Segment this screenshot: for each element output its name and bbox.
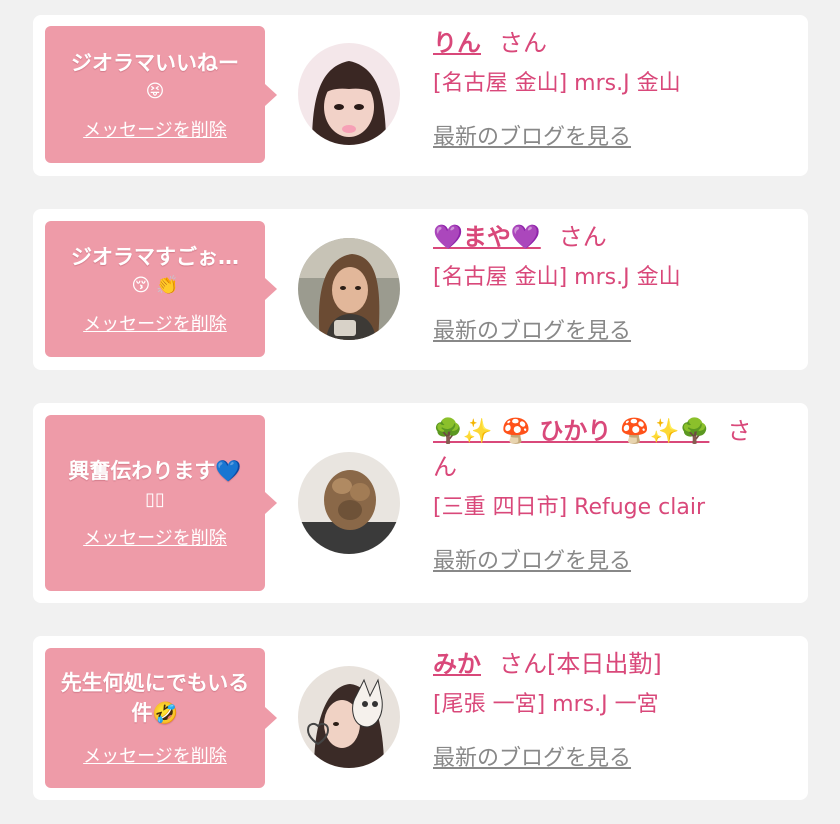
message-text: 先生何処にでもいる件🤣 bbox=[60, 671, 250, 725]
sender-info: 💜まや💜 さん [名古屋 金山] mrs.J 金山 最新のブログを見る bbox=[433, 219, 773, 345]
delete-message-link[interactable]: メッセージを削除 bbox=[83, 742, 227, 768]
avatar[interactable] bbox=[298, 452, 400, 554]
delete-message-link[interactable]: メッセージを削除 bbox=[83, 310, 227, 336]
latest-blog-link[interactable]: 最新のブログを見る bbox=[433, 543, 631, 575]
avatar[interactable] bbox=[298, 666, 400, 768]
sender-name-link[interactable]: 💜まや💜 bbox=[433, 223, 541, 251]
shop-name: [三重 四日市] Refuge clair bbox=[433, 495, 706, 520]
avatar-woman-cat-sticker-icon bbox=[298, 666, 400, 768]
message-text: ジオラマすごぉ… bbox=[71, 245, 239, 269]
message-emoji: 😚 👏 bbox=[131, 275, 179, 296]
avatar[interactable] bbox=[298, 238, 400, 340]
message-emoji: 😝 bbox=[145, 80, 165, 102]
message-card: 先生何処にでもいる件🤣 メッセージを削除 みか さん[本日出勤] [尾張 一宮] … bbox=[33, 636, 808, 800]
sender-name-line: 🌳✨ 🍄 ひかり 🍄✨🌳 さん bbox=[433, 413, 773, 485]
shop-name: [尾張 一宮] mrs.J 一宮 bbox=[433, 692, 659, 717]
latest-blog-link[interactable]: 最新のブログを見る bbox=[433, 119, 631, 151]
message-bubble: ジオラマすごぉ… 😚 👏 メッセージを削除 bbox=[45, 221, 265, 357]
message-bubble: 先生何処にでもいる件🤣 メッセージを削除 bbox=[45, 648, 265, 788]
message-list: ジオラマいいねー 😝 メッセージを削除 りん さん [名古屋 金山] mrs.J … bbox=[0, 0, 840, 824]
sender-name-line: りん さん bbox=[433, 25, 773, 61]
honorific: さん bbox=[499, 29, 547, 57]
honorific: さん bbox=[499, 650, 547, 678]
message-emoji: ▯▯ bbox=[145, 489, 165, 510]
avatar-woman-long-hair-icon bbox=[298, 238, 400, 340]
latest-blog-link[interactable]: 最新のブログを見る bbox=[433, 740, 631, 772]
sender-name-link[interactable]: みか bbox=[433, 650, 481, 678]
sender-name-line: みか さん[本日出勤] bbox=[433, 646, 773, 682]
delete-message-link[interactable]: メッセージを削除 bbox=[83, 116, 227, 142]
sender-info: みか さん[本日出勤] [尾張 一宮] mrs.J 一宮 最新のブログを見る bbox=[433, 646, 773, 772]
sender-info: りん さん [名古屋 金山] mrs.J 金山 最新のブログを見る bbox=[433, 25, 773, 151]
message-bubble: 興奮伝わります💙 ▯▯ メッセージを削除 bbox=[45, 415, 265, 591]
sender-name-link[interactable]: りん bbox=[433, 29, 481, 57]
sender-info: 🌳✨ 🍄 ひかり 🍄✨🌳 さん [三重 四日市] Refuge clair 最新の… bbox=[433, 413, 773, 575]
avatar-hairstyle-back-icon bbox=[298, 452, 400, 554]
shop-name: [名古屋 金山] mrs.J 金山 bbox=[433, 71, 681, 96]
message-text: 興奮伝わります💙 bbox=[68, 459, 242, 483]
shop-name: [名古屋 金山] mrs.J 金山 bbox=[433, 265, 681, 290]
sender-name-line: 💜まや💜 さん bbox=[433, 219, 773, 255]
message-card: ジオラマすごぉ… 😚 👏 メッセージを削除 💜まや💜 さん [名古屋 金山] mr… bbox=[33, 209, 808, 370]
sender-status: [本日出勤] bbox=[547, 650, 662, 678]
honorific: さん bbox=[558, 223, 607, 251]
message-card: ジオラマいいねー 😝 メッセージを削除 りん さん [名古屋 金山] mrs.J … bbox=[33, 15, 808, 176]
avatar-woman-bangs-icon bbox=[298, 43, 400, 145]
message-bubble: ジオラマいいねー 😝 メッセージを削除 bbox=[45, 26, 265, 163]
latest-blog-link[interactable]: 最新のブログを見る bbox=[433, 313, 631, 345]
message-card: 興奮伝わります💙 ▯▯ メッセージを削除 🌳✨ 🍄 ひかり 🍄✨🌳 さん [三重 … bbox=[33, 403, 808, 603]
avatar[interactable] bbox=[298, 43, 400, 145]
sender-name-link[interactable]: 🌳✨ 🍄 ひかり 🍄✨🌳 bbox=[433, 417, 709, 445]
delete-message-link[interactable]: メッセージを削除 bbox=[83, 524, 227, 550]
message-text: ジオラマいいねー bbox=[71, 50, 239, 75]
